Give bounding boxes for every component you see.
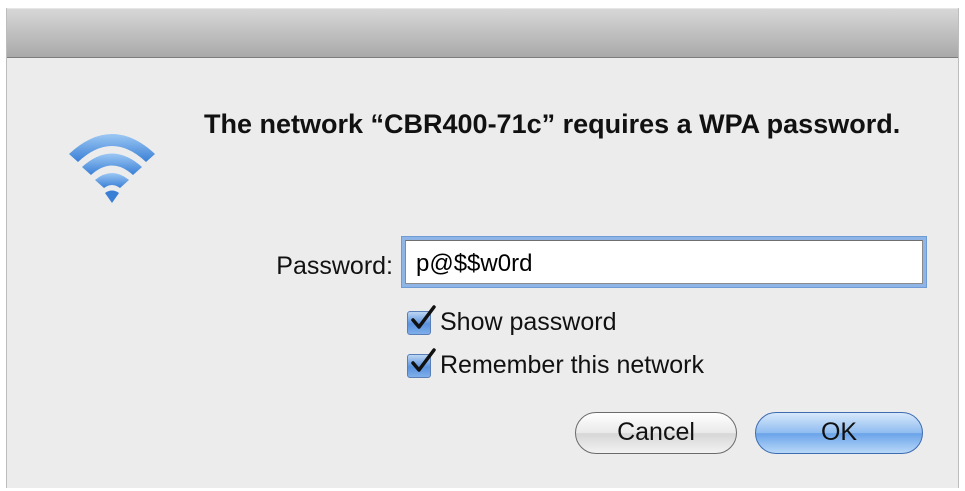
show-password-label[interactable]: Show password bbox=[440, 308, 616, 337]
remember-network-checkbox[interactable] bbox=[407, 347, 436, 378]
password-input[interactable] bbox=[405, 240, 923, 284]
remember-network-label[interactable]: Remember this network bbox=[440, 351, 704, 380]
checkmark-icon bbox=[411, 304, 436, 329]
title-bar[interactable] bbox=[7, 8, 958, 58]
ok-button[interactable]: OK bbox=[755, 412, 923, 454]
wifi-password-dialog: The network “CBR400-71c” requires a WPA … bbox=[6, 8, 959, 488]
show-password-checkbox-row[interactable]: Show password bbox=[407, 304, 616, 337]
dialog-message: The network “CBR400-71c” requires a WPA … bbox=[204, 109, 901, 139]
remember-network-checkbox-row[interactable]: Remember this network bbox=[407, 347, 704, 380]
cancel-button[interactable]: Cancel bbox=[575, 412, 737, 454]
password-label: Password: bbox=[276, 252, 393, 280]
show-password-checkbox[interactable] bbox=[407, 304, 436, 335]
checkmark-icon bbox=[411, 347, 436, 372]
wifi-icon bbox=[57, 120, 167, 210]
